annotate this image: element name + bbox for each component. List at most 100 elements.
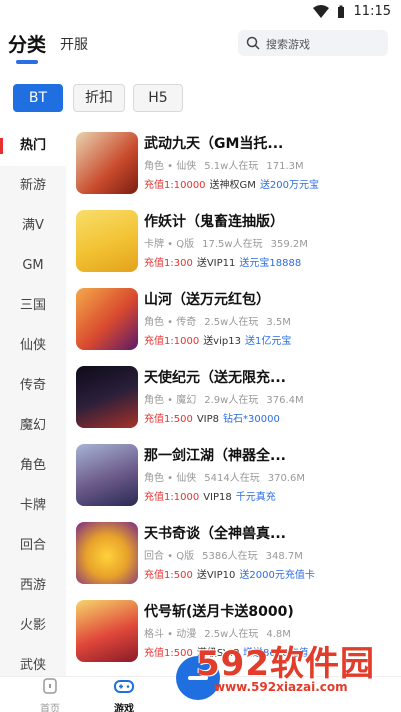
bonus-tag: 千元真充 xyxy=(235,492,276,503)
game-thumbnail xyxy=(76,444,138,506)
game-players: 2.5w人在玩 xyxy=(204,317,259,328)
game-tags: 充值1:500 VIP8 钻石*30000 xyxy=(144,410,280,425)
game-tags: 充值1:1000 送vip13 送1亿元宝 xyxy=(144,332,291,347)
sidebar-item-turn-based[interactable]: 回合 xyxy=(0,526,66,566)
game-players: 17.5w人在玩 xyxy=(202,239,263,250)
game-title: 那一剑江湖（神器全... xyxy=(144,448,286,464)
vip-tag: VIP8 xyxy=(196,414,220,425)
top-tabs: 分类 开服 搜索游戏 xyxy=(0,26,401,70)
game-size: 376.4M xyxy=(266,395,304,406)
game-players: 2.9w人在玩 xyxy=(204,395,259,406)
recharge-tag: 充值1:500 xyxy=(144,414,193,425)
game-size: 3.5M xyxy=(266,317,291,328)
bonus-tag: 送元宝18888 xyxy=(239,258,302,269)
recharge-tag: 充值1:1000 xyxy=(144,336,200,347)
game-thumbnail xyxy=(76,366,138,428)
status-bar: 11:15 xyxy=(0,0,401,26)
game-genre: 角色 • 仙侠 xyxy=(144,161,197,172)
clock-time: 11:15 xyxy=(353,4,391,19)
sidebar-item-full-vip[interactable]: 满V xyxy=(0,206,66,246)
watermark: 592软件园 www.592xiazai.com xyxy=(196,632,396,712)
recharge-tag: 充值1:500 xyxy=(144,648,193,659)
bonus-tag: 送2000元充值卡 xyxy=(239,570,315,581)
game-thumbnail xyxy=(76,522,138,584)
game-genre: 角色 • 仙侠 xyxy=(144,473,197,484)
recharge-tag: 充值1:300 xyxy=(144,258,193,269)
active-tab-indicator xyxy=(16,60,38,64)
game-meta: 回合 • Q版 5386人在玩 348.7M xyxy=(144,547,311,562)
home-icon xyxy=(41,678,59,699)
game-players: 5386人在玩 xyxy=(202,551,258,562)
game-thumbnail xyxy=(76,132,138,194)
sidebar-item-new[interactable]: 新游 xyxy=(0,166,66,206)
nav-games[interactable]: 游戏 xyxy=(94,677,154,712)
game-size: 348.7M xyxy=(265,551,303,562)
game-tags: 充值1:300 送VIP11 送元宝18888 xyxy=(144,254,301,269)
sidebar-item-three-kingdoms[interactable]: 三国 xyxy=(0,286,66,326)
sidebar-item-journey-west[interactable]: 西游 xyxy=(0,566,66,606)
game-thumbnail xyxy=(76,288,138,350)
sidebar-item-gm[interactable]: GM xyxy=(0,246,66,286)
vip-tag: 送VIP10 xyxy=(196,570,236,581)
sidebar-item-card[interactable]: 卡牌 xyxy=(0,486,66,526)
game-tags: 充值1:10000 送神权GM 送200万元宝 xyxy=(144,176,319,191)
vip-tag: 送vip13 xyxy=(203,336,241,347)
bonus-tag: 送200万元宝 xyxy=(259,180,320,191)
watermark-brand: 592软件园 xyxy=(196,644,375,684)
watermark-url: www.592xiazai.com xyxy=(214,680,348,694)
game-title: 天书奇谈（全神兽真... xyxy=(144,526,286,542)
sidebar-item-hot[interactable]: 热门 xyxy=(0,126,66,166)
game-size: 171.3M xyxy=(266,161,304,172)
filter-h5-button[interactable]: H5 xyxy=(133,84,183,112)
nav-home-label: 首页 xyxy=(40,704,60,712)
game-title: 作妖计（鬼畜连抽版） xyxy=(144,214,284,230)
game-genre: 格斗 • 动漫 xyxy=(144,629,197,640)
sidebar-item-legend[interactable]: 传奇 xyxy=(0,366,66,406)
game-tags: 充值1:1000 VIP18 千元真充 xyxy=(144,488,276,503)
tab-open-server[interactable]: 开服 xyxy=(60,34,88,54)
game-list-item[interactable]: 作妖计（鬼畜连抽版） 卡牌 • Q版 17.5w人在玩 359.2M 充值1:300… xyxy=(66,204,401,282)
game-meta: 角色 • 传奇 2.5w人在玩 3.5M xyxy=(144,313,299,328)
game-meta: 角色 • 仙侠 5.1w人在玩 171.3M xyxy=(144,157,312,172)
filter-bt-button[interactable]: BT xyxy=(13,84,63,112)
game-size: 370.6M xyxy=(267,473,305,484)
game-genre: 卡牌 • Q版 xyxy=(144,239,195,250)
game-list-item[interactable]: 那一剑江湖（神器全... 角色 • 仙侠 5414人在玩 370.6M 充值1:10… xyxy=(66,438,401,516)
game-list-item[interactable]: 天使纪元（送无限充... 角色 • 魔幻 2.9w人在玩 376.4M 充值1:50… xyxy=(66,360,401,438)
game-players: 5.1w人在玩 xyxy=(204,161,259,172)
game-list-item[interactable]: 武动九天（GM当托... 角色 • 仙侠 5.1w人在玩 171.3M 充值1:10… xyxy=(66,126,401,204)
game-title: 代号斩(送月卡送8000) xyxy=(144,604,294,620)
filter-discount-button[interactable]: 折扣 xyxy=(73,84,125,112)
nav-home[interactable]: 首页 xyxy=(20,677,80,712)
nav-games-label: 游戏 xyxy=(114,704,134,712)
game-players: 5414人在玩 xyxy=(204,473,260,484)
recharge-tag: 充值1:10000 xyxy=(144,180,206,191)
game-meta: 角色 • 仙侠 5414人在玩 370.6M xyxy=(144,469,313,484)
game-size: 359.2M xyxy=(270,239,308,250)
sidebar-item-xianxia[interactable]: 仙侠 xyxy=(0,326,66,366)
search-placeholder: 搜索游戏 xyxy=(266,38,310,51)
game-title: 武动九天（GM当托... xyxy=(144,136,284,152)
sidebar-item-naruto[interactable]: 火影 xyxy=(0,606,66,646)
recharge-tag: 充值1:1000 xyxy=(144,492,200,503)
game-list: 武动九天（GM当托... 角色 • 仙侠 5.1w人在玩 171.3M 充值1:10… xyxy=(66,126,401,676)
game-list-item[interactable]: 山河（送万元红包） 角色 • 传奇 2.5w人在玩 3.5M 充值1:1000 送vi… xyxy=(66,282,401,360)
gamepad-icon xyxy=(114,680,134,699)
recharge-tag: 充值1:500 xyxy=(144,570,193,581)
vip-tag: 送VIP11 xyxy=(196,258,236,269)
sidebar-item-fantasy[interactable]: 魔幻 xyxy=(0,406,66,446)
search-icon xyxy=(246,35,260,54)
sidebar-item-rpg[interactable]: 角色 xyxy=(0,446,66,486)
game-title: 山河（送万元红包） xyxy=(144,292,270,308)
game-genre: 角色 • 魔幻 xyxy=(144,395,197,406)
filter-row: BT 折扣 H5 xyxy=(0,84,401,116)
wifi-icon xyxy=(313,4,329,23)
category-sidebar: 热门 新游 满V GM 三国 仙侠 传奇 魔幻 角色 卡牌 回合 西游 火影 武… xyxy=(0,126,66,676)
search-box[interactable]: 搜索游戏 xyxy=(238,30,388,56)
vip-tag: VIP18 xyxy=(203,492,232,503)
game-list-item[interactable]: 天书奇谈（全神兽真... 回合 • Q版 5386人在玩 348.7M 充值1:50… xyxy=(66,516,401,594)
game-genre: 角色 • 传奇 xyxy=(144,317,197,328)
tab-category[interactable]: 分类 xyxy=(8,30,46,57)
vip-tag: 送神权GM xyxy=(209,180,256,191)
game-meta: 卡牌 • Q版 17.5w人在玩 359.2M xyxy=(144,235,316,250)
